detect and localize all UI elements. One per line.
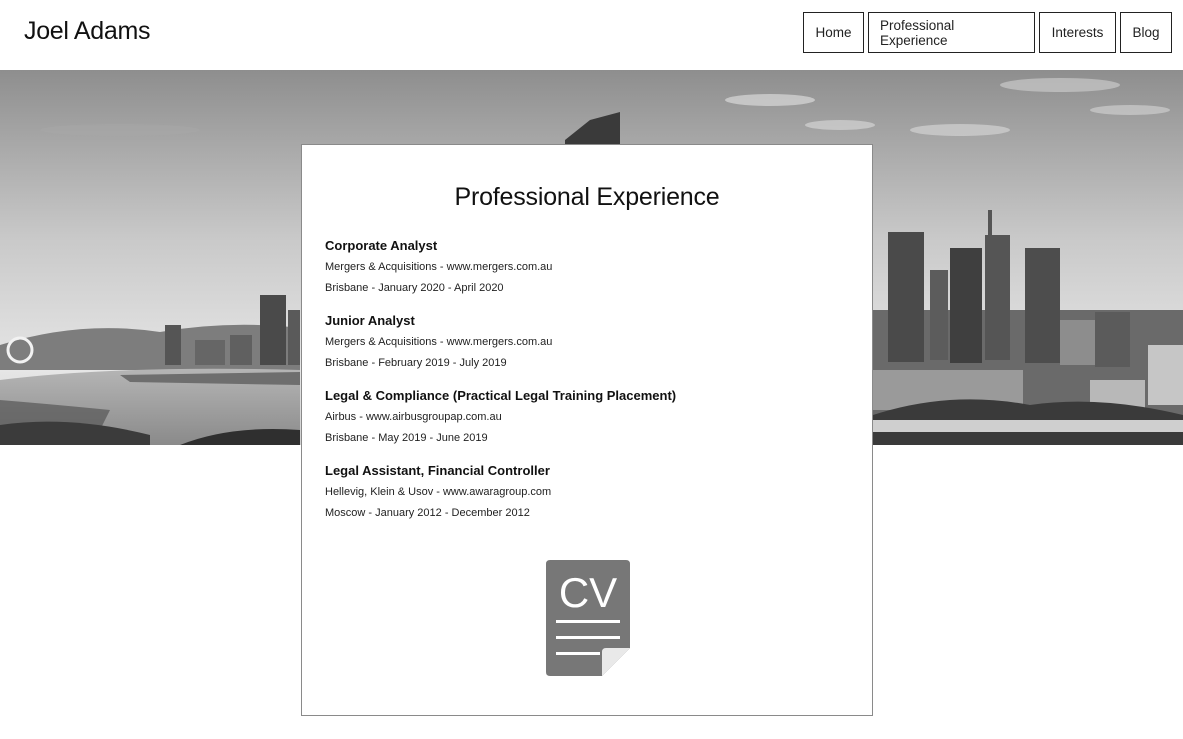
entry-dates: Brisbane - February 2019 - July 2019 [325,357,507,369]
site-header: Joel Adams Home Professional Experience … [0,0,1183,70]
experience-entry: Corporate Analyst Mergers & Acquisitions… [325,237,855,297]
nav-professional-experience-button[interactable]: Professional Experience [868,12,1035,53]
entry-role: Legal & Compliance (Practical Legal Trai… [325,388,677,403]
entry-dates: Brisbane - May 2019 - June 2019 [325,432,488,444]
nav-home-button[interactable]: Home [803,12,864,53]
entry-company: Mergers & Acquisitions - www.mergers.com… [325,261,553,273]
site-title[interactable]: Joel Adams [24,17,151,46]
page-title: Professional Experience [454,183,720,211]
experience-entry: Legal & Compliance (Practical Legal Trai… [325,387,855,447]
entry-company: Mergers & Acquisitions - www.mergers.com… [325,336,553,348]
entry-role: Legal Assistant, Financial Controller [325,463,550,478]
entry-dates: Moscow - January 2012 - December 2012 [325,507,530,519]
entry-role: Corporate Analyst [325,238,438,253]
experience-card: Professional Experience Corporate Analys… [301,144,873,716]
entry-company: Airbus - www.airbusgroupap.com.au [325,411,502,423]
cv-document-icon[interactable]: CV [544,560,632,677]
experience-list: Corporate Analyst Mergers & Acquisitions… [325,237,855,537]
experience-entry: Junior Analyst Mergers & Acquisitions - … [325,312,855,372]
nav-interests-button[interactable]: Interests [1039,12,1116,53]
nav-blog-button[interactable]: Blog [1120,12,1172,53]
entry-dates: Brisbane - January 2020 - April 2020 [325,282,504,294]
entry-role: Junior Analyst [325,313,415,328]
entry-company: Hellevig, Klein & Usov - www.awaragroup.… [325,486,552,498]
main-nav: Home Professional Experience Interests B… [803,12,1172,53]
cv-icon-text: CV [559,569,617,616]
experience-entry: Legal Assistant, Financial Controller He… [325,462,855,522]
